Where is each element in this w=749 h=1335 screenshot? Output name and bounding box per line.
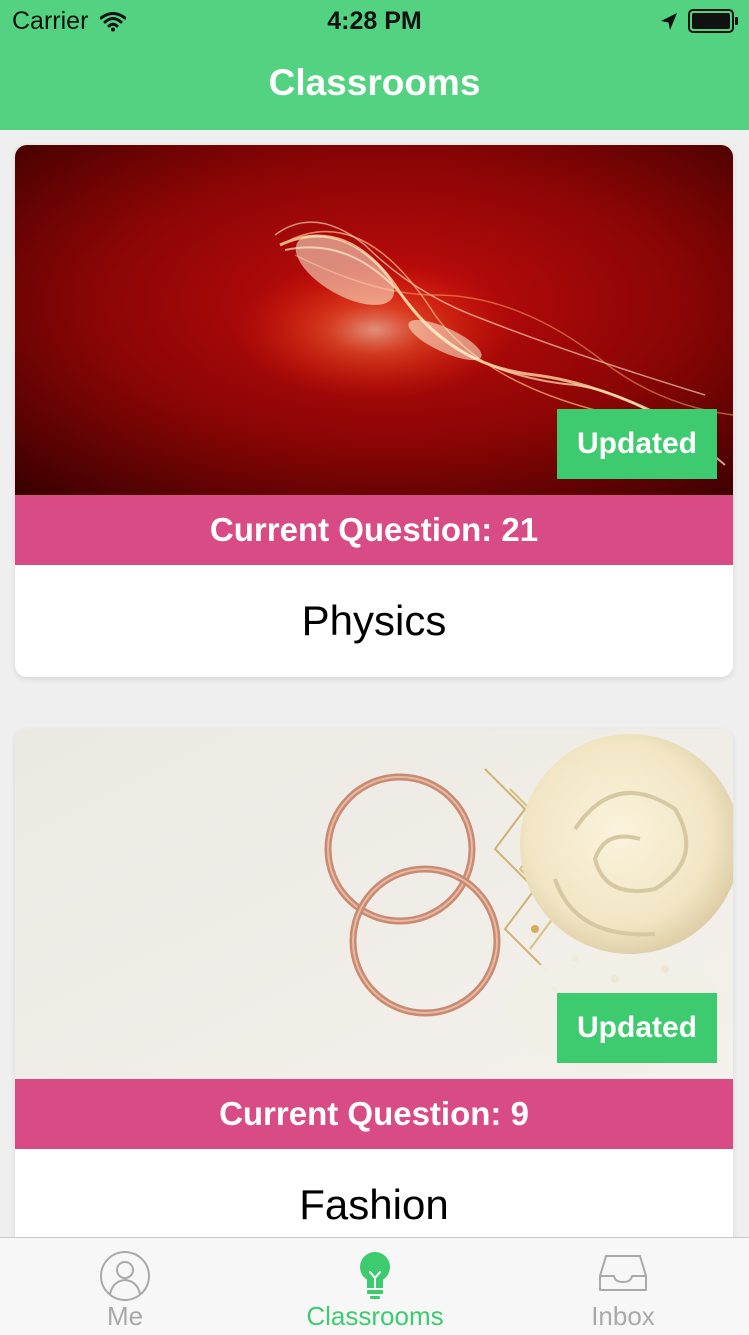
current-question-bar: Current Question: 9 bbox=[15, 1079, 733, 1149]
inbox-tray-icon bbox=[498, 1250, 748, 1294]
classroom-image-physics: Updated bbox=[15, 145, 733, 495]
classroom-image-fashion: Updated bbox=[15, 729, 733, 1079]
tab-inbox-label: Inbox bbox=[591, 1301, 655, 1331]
page-title: Classrooms bbox=[268, 62, 481, 103]
classroom-list[interactable]: Updated Current Question: 21 Physics Upd… bbox=[0, 130, 749, 1237]
person-icon bbox=[0, 1250, 250, 1302]
classroom-card-fashion[interactable]: Updated Current Question: 9 Fashion bbox=[15, 729, 733, 1237]
tab-inbox[interactable]: Inbox bbox=[498, 1238, 748, 1335]
tab-bar: Me Classrooms Inbox bbox=[0, 1237, 749, 1335]
tab-me[interactable]: Me bbox=[0, 1238, 250, 1335]
classroom-name: Fashion bbox=[299, 1181, 449, 1228]
status-time: 4:28 PM bbox=[327, 7, 422, 35]
tab-classrooms[interactable]: Classrooms bbox=[250, 1238, 500, 1335]
classroom-card-physics[interactable]: Updated Current Question: 21 Physics bbox=[15, 145, 733, 677]
lightbulb-icon bbox=[250, 1250, 500, 1300]
classroom-name: Physics bbox=[301, 597, 447, 644]
battery-icon bbox=[688, 9, 740, 40]
location-arrow-icon bbox=[660, 10, 678, 39]
tab-classrooms-label: Classrooms bbox=[306, 1301, 444, 1331]
nav-header: Carrier 4:28 PM Classrooms bbox=[0, 0, 749, 130]
updated-badge: Updated bbox=[557, 993, 717, 1063]
tab-me-label: Me bbox=[106, 1301, 144, 1331]
current-question-bar: Current Question: 21 bbox=[15, 495, 733, 565]
updated-badge: Updated bbox=[557, 409, 717, 479]
status-bar: Carrier 4:28 PM bbox=[0, 0, 749, 42]
